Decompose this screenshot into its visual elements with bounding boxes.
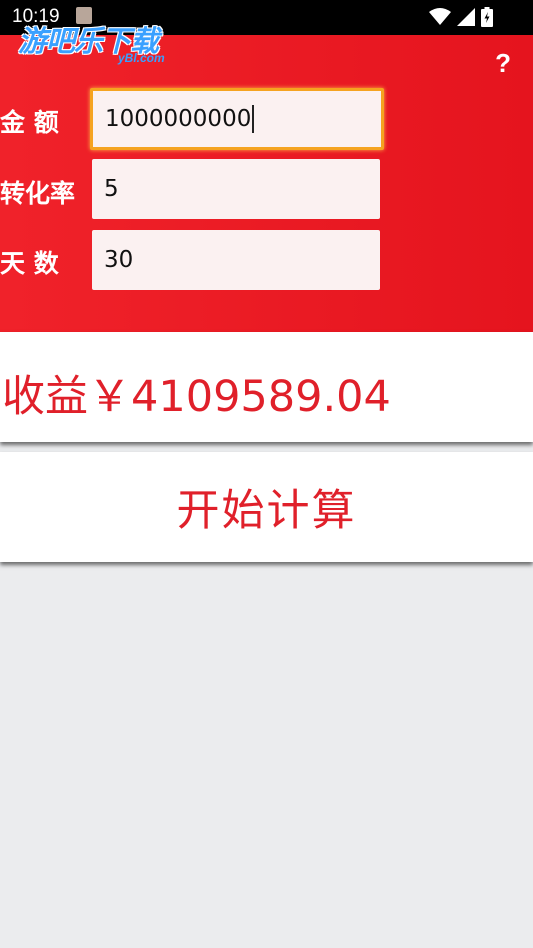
battery-icon xyxy=(481,7,493,27)
status-icons xyxy=(429,7,493,27)
result-text: 收益￥4109589.04 xyxy=(2,372,391,422)
watermark-sub-text: yBl.com xyxy=(118,51,165,65)
calculate-label: 开始计算 xyxy=(176,486,357,536)
input-header: ? 金 额 1000000000 转化率 5 天 数 30 xyxy=(0,35,533,332)
text-cursor xyxy=(252,105,255,133)
amount-label: 金 额 xyxy=(0,108,59,137)
rate-label: 转化率 xyxy=(0,179,76,208)
days-value: 30 xyxy=(104,247,134,273)
result-card: 收益￥4109589.04 xyxy=(0,332,533,442)
watermark-logo: 游吧乐下载 yBl.com xyxy=(18,18,188,68)
amount-value: 1000000000 xyxy=(105,106,252,132)
app-screen: ? 金 额 1000000000 转化率 5 天 数 30 10:19 游吧乐下… xyxy=(0,0,533,948)
rate-value: 5 xyxy=(104,176,119,202)
calculate-button[interactable]: 开始计算 xyxy=(0,452,533,562)
help-button[interactable]: ? xyxy=(495,48,511,79)
signal-icon xyxy=(457,8,475,26)
days-input[interactable]: 30 xyxy=(92,230,380,290)
rate-input[interactable]: 5 xyxy=(92,159,380,219)
days-label: 天 数 xyxy=(0,249,59,278)
wifi-icon xyxy=(429,8,451,25)
amount-input[interactable]: 1000000000 xyxy=(90,88,384,150)
